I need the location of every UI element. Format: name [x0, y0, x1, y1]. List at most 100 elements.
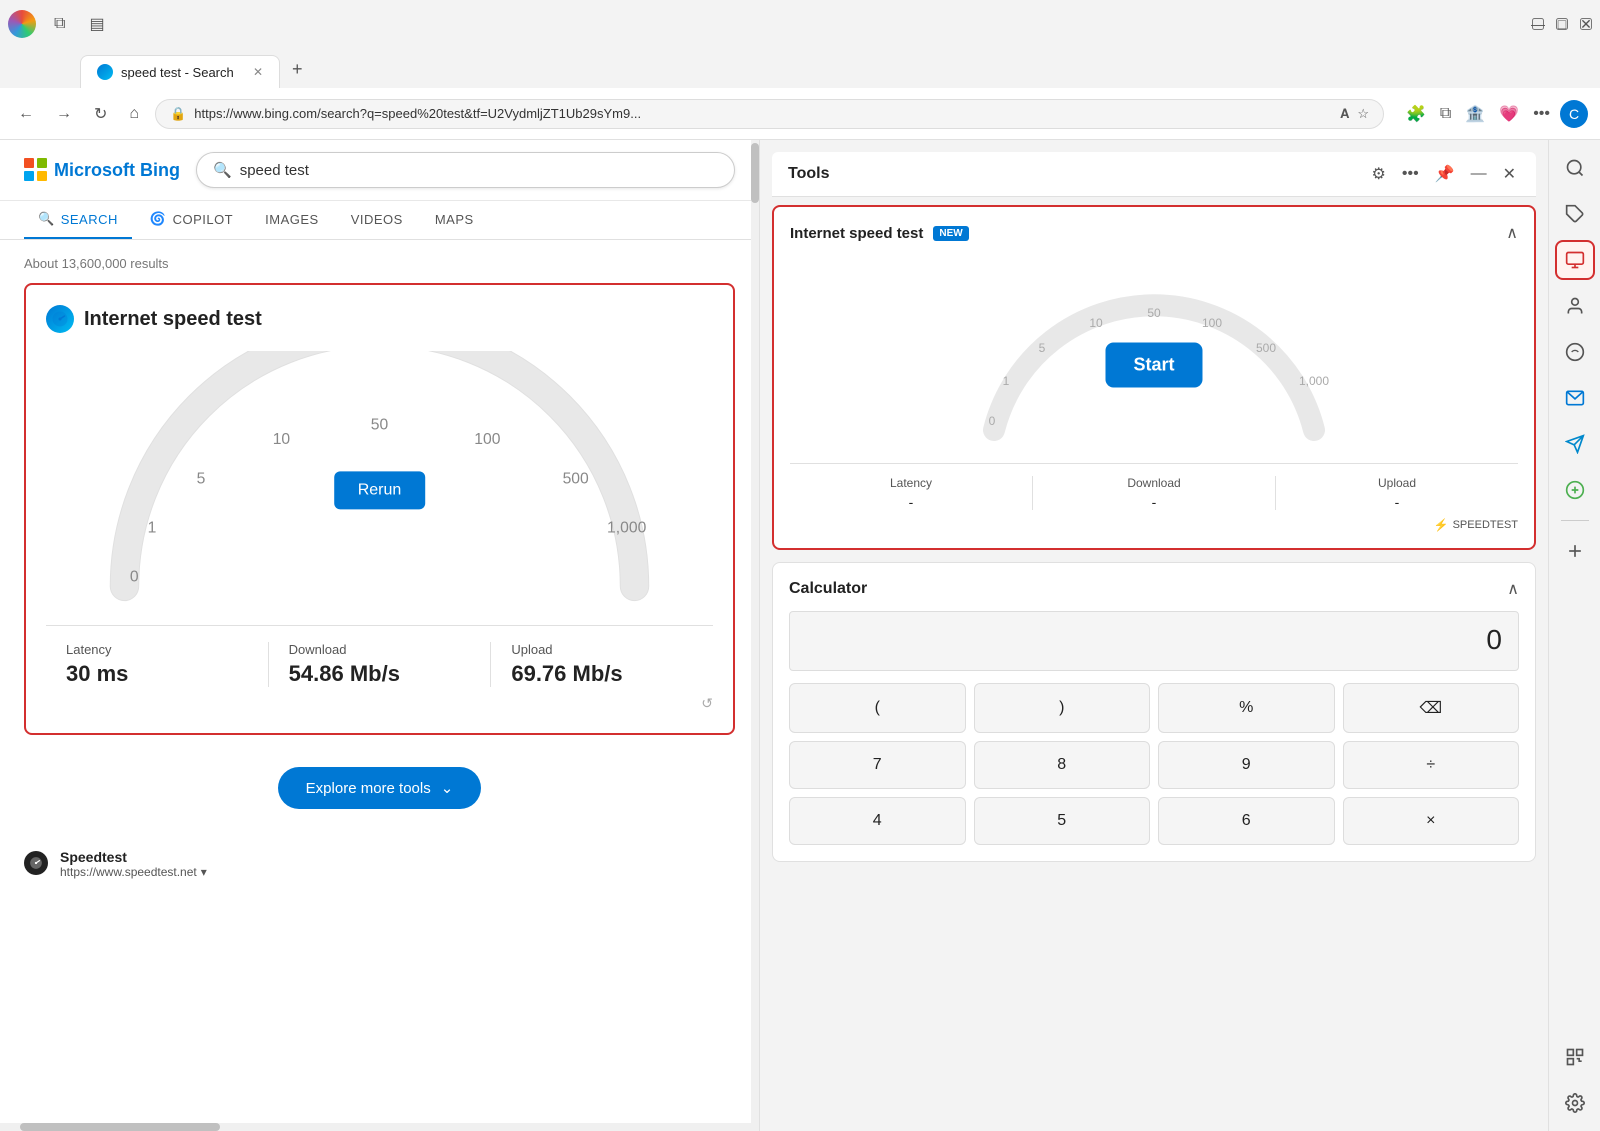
speed-stats: Latency 30 ms Download 54.86 Mb/s Upload…: [46, 625, 713, 687]
scrollbar-thumb[interactable]: [751, 143, 759, 203]
svg-text:10: 10: [273, 432, 291, 449]
bing-panel: Microsoft Bing 🔍 speed test 🔍 SEARCH 🌀 C…: [0, 140, 760, 1131]
tools-pin-btn[interactable]: 📌: [1431, 162, 1459, 186]
calc-btn-4[interactable]: 4: [789, 797, 966, 845]
result-url: https://www.speedtest.net ▾: [60, 865, 207, 879]
calc-btn-7[interactable]: 7: [789, 741, 966, 789]
minimize-btn[interactable]: —: [1532, 18, 1544, 30]
tools-minimize-btn[interactable]: —: [1467, 163, 1491, 185]
active-tab[interactable]: speed test - Search ✕: [80, 55, 280, 88]
title-bar: ⧉ ▤ — □ ✕: [0, 0, 1600, 48]
speedtest-brand: ⚡ SPEEDTEST: [790, 518, 1518, 532]
tools-more-btn[interactable]: •••: [1398, 163, 1423, 185]
lock-icon: 🔒: [170, 106, 186, 122]
sidebar-outlook-btn[interactable]: [1555, 378, 1595, 418]
start-btn[interactable]: Start: [1105, 343, 1202, 388]
upload-label: Upload: [511, 642, 693, 657]
sidebar-person-btn[interactable]: [1555, 286, 1595, 326]
calc-btn-6[interactable]: 6: [1158, 797, 1335, 845]
horizontal-scrollbar[interactable]: [0, 1123, 759, 1131]
h-scrollbar-thumb[interactable]: [20, 1123, 220, 1131]
back-btn[interactable]: ←: [12, 101, 40, 127]
tools-filter-btn[interactable]: ⚙: [1368, 162, 1390, 186]
bing-content: About 13,600,000 results Internet speed …: [0, 240, 759, 1131]
sidebar-tools-btn[interactable]: [1555, 240, 1595, 280]
close-btn[interactable]: ✕: [1580, 18, 1592, 30]
svg-text:10: 10: [1089, 316, 1103, 330]
tools-close-btn[interactable]: ✕: [1499, 162, 1520, 186]
sidebar-search-btn[interactable]: [1555, 148, 1595, 188]
copilot-btn[interactable]: C: [1560, 100, 1588, 128]
calc-btn-9[interactable]: 9: [1158, 741, 1335, 789]
widget-title-text: Internet speed test: [84, 308, 262, 331]
health-icon-btn[interactable]: 💗: [1495, 100, 1523, 128]
speed-test-widget: Internet speed test 0 1: [24, 283, 735, 735]
sidebar-add-btn[interactable]: [1555, 531, 1595, 571]
browser-add-btn[interactable]: 🏦: [1461, 100, 1489, 128]
forward-btn[interactable]: →: [50, 101, 78, 127]
nav-copilot[interactable]: 🌀 COPILOT: [136, 201, 247, 239]
search-tab-icon: 🔍: [38, 211, 55, 227]
more-btn[interactable]: •••: [1529, 101, 1554, 127]
card-collapse-btn[interactable]: ∧: [1506, 223, 1518, 243]
svg-text:100: 100: [474, 432, 500, 449]
calc-btn-multiply[interactable]: ×: [1343, 797, 1520, 845]
calc-collapse-btn[interactable]: ∧: [1507, 579, 1519, 599]
nav-images[interactable]: IMAGES: [251, 201, 333, 239]
calc-btn-8[interactable]: 8: [974, 741, 1151, 789]
calc-btn-divide[interactable]: ÷: [1343, 741, 1520, 789]
svg-text:500: 500: [1256, 341, 1276, 355]
sidebar-divider: [1561, 520, 1589, 521]
mini-speed-stats: Latency - Download - Upload -: [790, 463, 1518, 510]
tab-bar: speed test - Search ✕ +: [0, 48, 1600, 88]
tab-close-btn[interactable]: ✕: [253, 65, 263, 79]
url-bar[interactable]: 🔒 https://www.bing.com/search?q=speed%20…: [155, 99, 1384, 129]
url-dropdown-icon[interactable]: ▾: [201, 865, 207, 879]
bing-logo: Microsoft Bing: [24, 158, 180, 182]
result-info: Speedtest https://www.speedtest.net ▾: [60, 849, 207, 879]
rerun-btn[interactable]: Rerun: [334, 471, 426, 509]
result-favicon: [24, 851, 48, 875]
calc-btn-5[interactable]: 5: [974, 797, 1151, 845]
scrollbar-track[interactable]: [751, 140, 759, 1131]
maximize-btn[interactable]: □: [1556, 18, 1568, 30]
sidebar-telegram-btn[interactable]: [1555, 424, 1595, 464]
sidebar-toggle-btn[interactable]: ▤: [83, 10, 110, 38]
refresh-btn[interactable]: ↻: [88, 100, 113, 128]
svg-text:0: 0: [130, 569, 139, 586]
sidebar-settings-btn[interactable]: [1555, 1083, 1595, 1123]
extensions-btn[interactable]: 🧩: [1402, 100, 1430, 128]
sidebar-tag-btn[interactable]: [1555, 194, 1595, 234]
refresh-icon[interactable]: ↺: [701, 695, 713, 711]
calc-btn-open-paren[interactable]: (: [789, 683, 966, 733]
svg-text:100: 100: [1202, 316, 1222, 330]
nav-maps[interactable]: MAPS: [421, 201, 488, 239]
nav-search[interactable]: 🔍 SEARCH: [24, 201, 132, 239]
svg-text:1,000: 1,000: [607, 520, 647, 537]
logo-sq-red: [24, 158, 34, 168]
sidebar-scan-btn[interactable]: [1555, 1037, 1595, 1077]
search-box[interactable]: 🔍 speed test: [196, 152, 735, 188]
calc-btn-backspace[interactable]: ⌫: [1343, 683, 1520, 733]
latency-value: 30 ms: [66, 661, 248, 687]
sidebar-copilot-btn[interactable]: [1555, 332, 1595, 372]
sidebar-game-btn[interactable]: [1555, 470, 1595, 510]
bing-header: Microsoft Bing 🔍 speed test: [0, 140, 759, 201]
svg-text:500: 500: [563, 471, 589, 488]
tools-download-value: -: [1033, 494, 1275, 510]
logo-sq-blue: [24, 171, 34, 181]
home-btn[interactable]: ⌂: [123, 101, 145, 127]
tools-title: Tools: [788, 165, 829, 183]
calc-btn-close-paren[interactable]: ): [974, 683, 1151, 733]
explore-more-btn[interactable]: Explore more tools ⌄: [278, 767, 482, 809]
split-screen-btn[interactable]: ⧉: [1436, 101, 1455, 127]
collections-btn[interactable]: ⧉: [48, 11, 71, 37]
new-badge: NEW: [933, 226, 968, 241]
tools-header: Tools ⚙ ••• 📌 — ✕: [772, 152, 1536, 197]
nav-videos[interactable]: VIDEOS: [337, 201, 417, 239]
calc-btn-percent[interactable]: %: [1158, 683, 1335, 733]
card-title: Internet speed test: [790, 225, 923, 242]
new-tab-btn[interactable]: +: [284, 51, 311, 88]
svg-text:1: 1: [1003, 374, 1010, 388]
read-aloud-icon: 𝐀: [1340, 106, 1349, 122]
